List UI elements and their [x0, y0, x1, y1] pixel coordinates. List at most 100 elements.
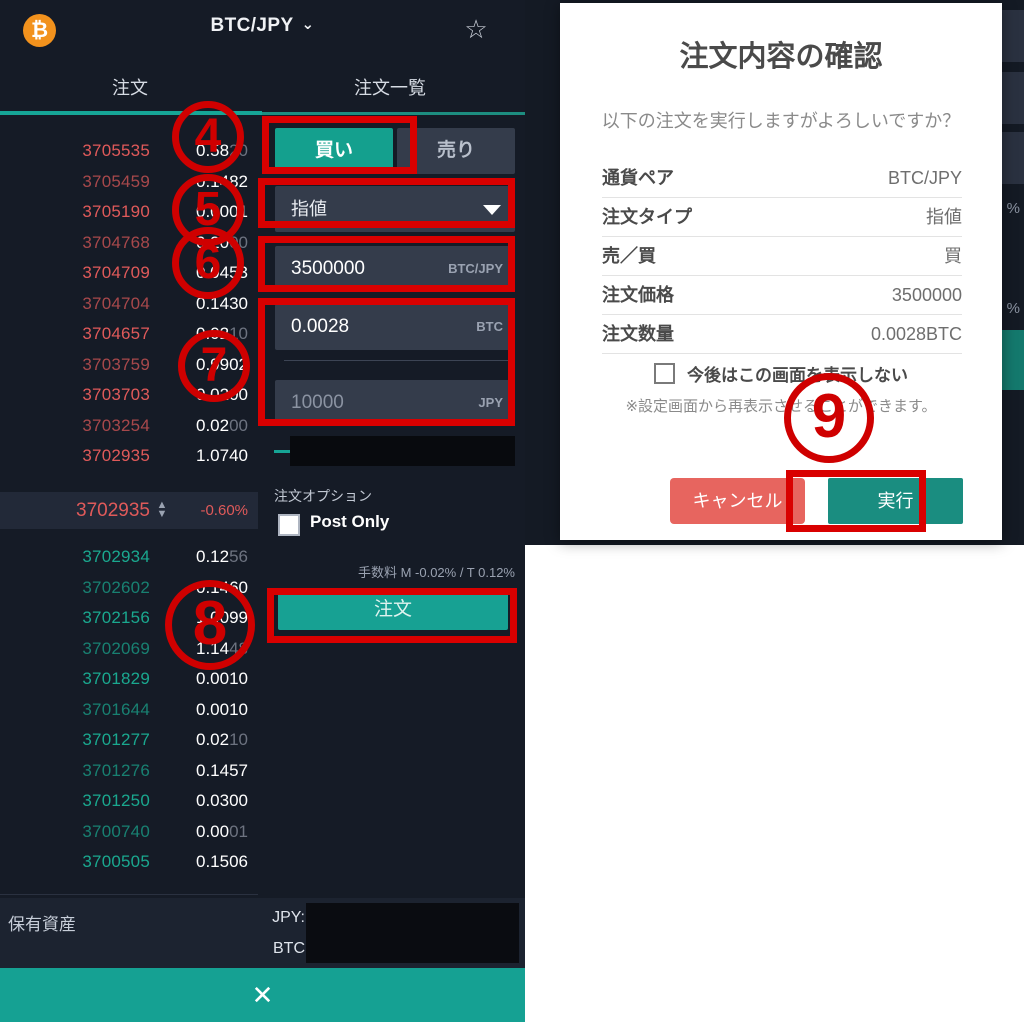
sell-tab-button[interactable]: 売り — [397, 128, 515, 174]
orderbook-divider — [0, 894, 258, 895]
modal-title: 注文内容の確認 — [679, 41, 883, 73]
modal-detail-value: 3500000 — [891, 285, 962, 305]
orderbook-price: 3700740 — [82, 821, 150, 841]
close-icon[interactable]: ✕ — [0, 968, 525, 1022]
execute-button[interactable]: 実行 — [828, 478, 963, 524]
orderbook-row[interactable]: 3701277 0.0210 — [0, 725, 258, 755]
buy-tab-button[interactable]: 買い — [275, 128, 393, 174]
orderbook-price: 3702156 — [82, 608, 150, 627]
cancel-button[interactable]: キャンセル — [670, 478, 805, 524]
orderbook-amount: 0.1256 — [195, 547, 248, 566]
orderbook-row[interactable]: 3702156 1.0099 — [0, 603, 258, 633]
mid-price: 3702935 — [76, 500, 150, 521]
fee-text: 手数料 M -0.02% / T 0.12% — [357, 565, 515, 580]
dont-show-again-checkbox[interactable] — [654, 363, 675, 384]
modal-detail-label: 通貨ペア — [602, 168, 674, 188]
modal-subtitle: 以下の注文を実行しますがよろしいですか？ — [601, 111, 961, 131]
amount-jpy-placeholder: 10000 — [291, 392, 344, 413]
orderbook-amount: 0.0453 — [196, 263, 248, 282]
modal-detail-value: 指値 — [926, 207, 962, 227]
orderbook-row[interactable]: 3704768 0.2000 — [0, 228, 258, 258]
orderbook-row[interactable]: 3701276 0.1457 — [0, 756, 258, 786]
star-icon[interactable]: ☆ — [463, 16, 489, 42]
orderbook-row[interactable]: 3701829 0.0010 — [0, 664, 258, 694]
order-form: 買い 売り 指値 3500000 BTC/JPY 0.0028 BTC 1000… — [262, 118, 525, 898]
submit-order-button[interactable]: 注文 — [278, 590, 508, 630]
right-phone-screen: % % 注文内容の確認 以下の注文を実行しますがよろしいですか？ 通貨ペア BTC… — [525, 0, 1024, 560]
orderbook-amount: 0.0010 — [196, 699, 248, 719]
orderbook-price: 3701277 — [82, 730, 150, 749]
tab-active-indicator — [0, 111, 262, 115]
orderbook-price: 3702935 — [82, 446, 150, 465]
sort-arrows-icon[interactable]: ▲ ▼ — [155, 500, 169, 520]
tab-order-list[interactable]: 注文一覧 — [300, 68, 480, 108]
orderbook-amount: 0.0200 — [196, 385, 248, 404]
orderbook-price: 3701829 — [82, 669, 150, 688]
orderbook-row[interactable]: 3700505 0.1506 — [0, 847, 258, 877]
orderbook-price: 3705190 — [82, 202, 150, 221]
pair-selector[interactable]: BTC/JPY ⌄ — [0, 15, 525, 37]
tab-order[interactable]: 注文 — [40, 68, 220, 108]
mid-change-pct: -0.60% — [200, 502, 248, 519]
orderbook-row[interactable]: 3705535 0.5820 — [0, 136, 258, 166]
orderbook-amount: 1.1448 — [195, 638, 248, 658]
amount-jpy-input[interactable]: 10000 JPY — [275, 380, 515, 426]
modal-detail-list: 通貨ペア BTC/JPY 注文タイプ 指値 売／買 買注文価格 3500000 注文数量 0.0… — [602, 159, 962, 354]
orderbook-row[interactable]: 3704704 0.1430 — [0, 289, 258, 319]
orderbook-price: 3702069 — [82, 638, 150, 658]
amount-btc-value: 0.0028 — [291, 316, 350, 337]
orderbook-row[interactable]: 3702602 0.1460 — [0, 573, 258, 603]
orderbook-amount: 0.5820 — [195, 141, 248, 160]
orderbook-row[interactable]: 3703254 0.0200 — [0, 411, 258, 441]
order-options-title: 注文オプション — [274, 488, 372, 504]
order-type-select[interactable]: 指値 — [275, 186, 515, 232]
buy-sell-toggle: 買い 売り — [275, 128, 515, 174]
orderbook-price: 3701644 — [82, 699, 150, 719]
holdings-btc-label: BTC — [273, 940, 305, 957]
amount-btc-input[interactable]: 0.0028 BTC — [275, 304, 515, 350]
orderbook-row[interactable]: 3702935 1.0740 — [0, 441, 258, 471]
orderbook-price: 3704768 — [82, 232, 150, 252]
orderbook-row[interactable]: 3700740 0.0001 — [0, 817, 258, 847]
orderbook-row[interactable]: 3703703 0.0200 — [0, 380, 258, 410]
orderbook-price: 3705535 — [82, 141, 150, 160]
left-phone-screen: ₿ BTC/JPY ⌄ ☆ 注文 注文一覧 3705535 0.5820 370545… — [0, 0, 525, 1022]
orderbook-amount: 0.0010 — [196, 669, 248, 688]
modal-detail-row: 注文タイプ 指値 — [602, 198, 962, 237]
orderbook-row[interactable]: 3703759 0.9902 — [0, 350, 258, 380]
screenshot-root: ₿ BTC/JPY ⌄ ☆ 注文 注文一覧 3705535 0.5820 370545… — [0, 0, 1024, 1022]
orderbook-price: 3704657 — [82, 324, 150, 343]
orderbook-amount: 0.0210 — [195, 730, 248, 749]
orderbook-amount: 0.9902 — [196, 354, 248, 374]
orderbook-amount: 0.1506 — [196, 852, 248, 871]
modal-detail-label: 注文タイプ — [602, 207, 692, 227]
modal-detail-value: BTC/JPY — [887, 168, 962, 188]
modal-note: ※設定画面から再表示させることができます。 — [625, 398, 937, 415]
orderbook-amount: 0.0200 — [195, 415, 248, 435]
orderbook-row[interactable]: 3705459 0.1482 — [0, 167, 258, 197]
orderbook-price: 3703254 — [82, 415, 150, 435]
amount-slider-track[interactable] — [274, 450, 290, 453]
orderbook-amount: 1.0099 — [196, 608, 248, 627]
modal-detail-row: 注文数量 0.0028BTC — [602, 315, 962, 354]
modal-detail-row: 通貨ペア BTC/JPY — [602, 159, 962, 198]
post-only-checkbox[interactable] — [278, 514, 300, 536]
dont-show-again-label: 今後はこの画面を表示しない — [687, 366, 908, 385]
orderbook-row[interactable]: 3705190 0.0001 — [0, 197, 258, 227]
holdings-btc-redacted — [306, 933, 519, 963]
modal-detail-value: 買 — [944, 246, 962, 266]
pair-label: BTC/JPY — [210, 15, 294, 36]
orderbook-row[interactable]: 3702069 1.1448 — [0, 634, 258, 664]
orderbook-row[interactable]: 3701644 0.0010 — [0, 695, 258, 725]
orderbook-row[interactable]: 3704657 0.0210 — [0, 319, 258, 349]
orderbook-row[interactable]: 3702934 0.1256 — [0, 542, 258, 572]
orderbook-row[interactable]: 3701250 0.0300 — [0, 786, 258, 816]
orderbook-amount: 0.1457 — [196, 760, 248, 780]
dont-show-again-row[interactable]: 今後はこの画面を表示しない — [560, 361, 1002, 386]
orderbook-row[interactable]: 3704709 0.0453 — [0, 258, 258, 288]
price-input[interactable]: 3500000 BTC/JPY — [275, 246, 515, 292]
app-header: ₿ BTC/JPY ⌄ ☆ — [0, 0, 525, 60]
order-type-value: 指値 — [291, 199, 327, 219]
orderbook-price: 3701276 — [82, 760, 150, 780]
orderbook-price: 3700505 — [82, 852, 150, 871]
